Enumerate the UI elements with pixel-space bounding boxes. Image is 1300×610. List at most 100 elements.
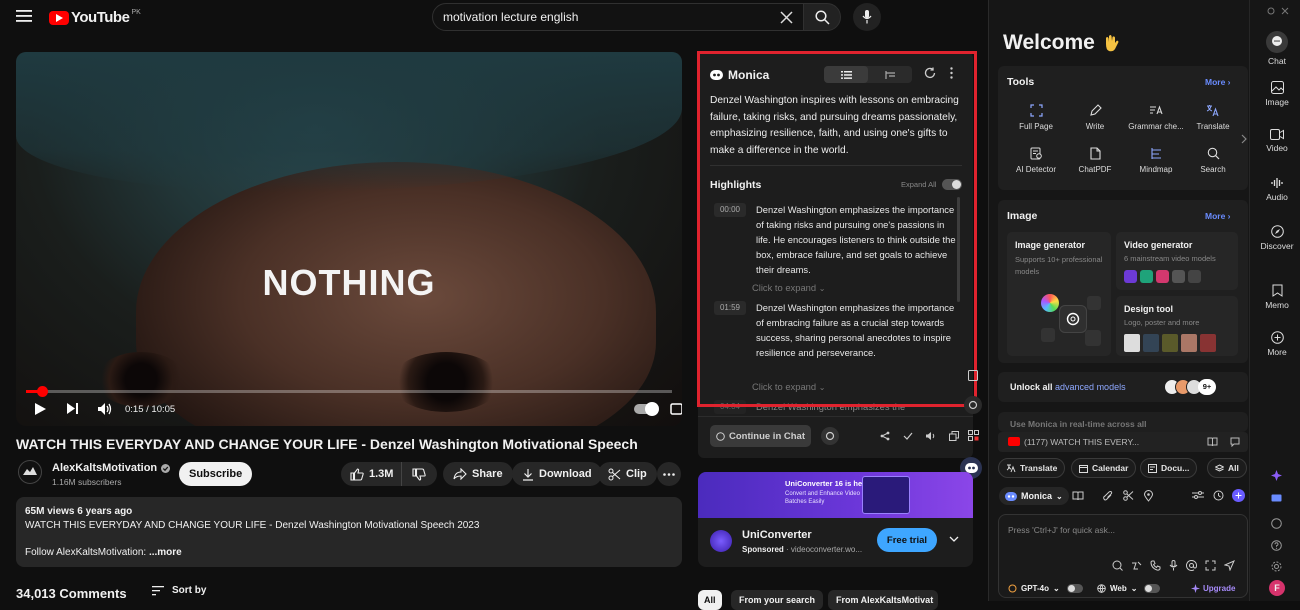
continue-in-chat-button[interactable]: Continue in Chat	[710, 425, 811, 447]
model-toggle[interactable]	[1066, 584, 1083, 593]
click-to-expand[interactable]: Click to expand ⌄	[752, 282, 825, 293]
refresh-icon[interactable]	[924, 67, 936, 79]
openai-icon[interactable]	[821, 427, 839, 445]
sort-comments-button[interactable]: Sort by	[152, 585, 206, 596]
video-progress-bar[interactable]	[26, 386, 672, 397]
location-icon[interactable]	[1144, 490, 1153, 502]
free-trial-button[interactable]: Free trial	[877, 528, 937, 552]
chip-all[interactable]: All	[1207, 458, 1247, 478]
highlight-timestamp[interactable]: 01:59	[714, 301, 746, 315]
chevron-down-icon[interactable]	[949, 536, 959, 542]
share-button[interactable]: Share	[443, 462, 513, 486]
realtime-card[interactable]: Use Monica in real-time across all	[998, 412, 1248, 432]
highlight-timestamp[interactable]: 04:04	[714, 400, 746, 414]
next-button[interactable]	[66, 402, 79, 415]
filter-chip-from-search[interactable]: From your search	[731, 590, 824, 610]
chevron-right-icon[interactable]	[1241, 134, 1247, 144]
history-icon[interactable]	[1213, 490, 1224, 501]
nav-more[interactable]: More	[1254, 331, 1300, 357]
filter-chip-all[interactable]: All	[698, 590, 722, 610]
show-more-link[interactable]: ...more	[149, 547, 182, 558]
settings-icon[interactable]	[1271, 561, 1282, 572]
video-scrubber[interactable]	[37, 386, 49, 397]
comment-icon[interactable]	[1230, 437, 1240, 447]
help-icon[interactable]	[1271, 540, 1282, 551]
outline-view-icon[interactable]	[868, 66, 912, 83]
design-tool-tile[interactable]: Design tool Logo, poster and more	[1116, 296, 1238, 356]
tool-chatpdf[interactable]: ChatPDF	[1066, 147, 1124, 174]
ad-banner[interactable]: UniConverter 16 is here! Convert and Enh…	[698, 472, 973, 518]
more-actions-button[interactable]	[657, 462, 681, 486]
tool-full-page[interactable]: Full Page	[1007, 104, 1065, 131]
highlights-scrollbar[interactable]	[957, 197, 960, 302]
chip-calendar[interactable]: Calendar	[1071, 458, 1137, 478]
unlock-advanced-models[interactable]: Unlock all advanced models 9+	[998, 372, 1248, 402]
video-generator-tile[interactable]: Video generator 6 mainstream video model…	[1116, 232, 1238, 290]
tool-grammar-check[interactable]: Grammar che...	[1124, 104, 1188, 131]
click-to-expand[interactable]: Click to expand ⌄	[752, 381, 825, 392]
chip-documents[interactable]: Docu...	[1140, 458, 1198, 478]
purple-app-icon[interactable]	[1271, 470, 1282, 481]
chip-translate[interactable]: Translate	[998, 458, 1066, 478]
list-view-icon[interactable]	[824, 66, 868, 83]
volume-button[interactable]	[97, 402, 113, 416]
menu-icon[interactable]	[16, 9, 32, 23]
user-avatar[interactable]: F	[1269, 580, 1285, 596]
expand-all-toggle[interactable]	[942, 179, 962, 190]
play-button[interactable]	[34, 402, 47, 416]
clear-search-icon[interactable]	[780, 11, 793, 24]
video-description[interactable]: 65M views 6 years ago WATCH THIS EVERYDA…	[16, 497, 682, 567]
autoplay-toggle[interactable]	[634, 402, 659, 416]
upgrade-link[interactable]: Upgrade	[1191, 584, 1235, 593]
tool-ai-detector[interactable]: AI Detector	[1007, 147, 1065, 174]
chat-input-box[interactable]: Press 'Ctrl+J' for quick ask... GPT-4o ⌄ …	[998, 514, 1248, 598]
sliders-icon[interactable]	[1192, 490, 1204, 500]
filter-chip-from-channel[interactable]: From AlexKaltsMotivat	[828, 590, 938, 610]
speaker-icon[interactable]	[925, 431, 936, 441]
new-chat-icon[interactable]	[1232, 489, 1245, 502]
image-generator-tile[interactable]: Image generator Supports 10+ professiona…	[1007, 232, 1111, 356]
floating-openai-icon[interactable]	[964, 396, 982, 414]
chat-bubble-icon[interactable]	[1271, 494, 1282, 505]
home-icon[interactable]	[1271, 518, 1282, 529]
dislike-button[interactable]	[401, 462, 437, 486]
book-icon[interactable]	[1072, 491, 1084, 501]
tool-search[interactable]: Search	[1184, 147, 1242, 174]
apps-icon[interactable]	[968, 430, 979, 441]
sponsored-ad[interactable]: UniConverter 16 is here! Convert and Enh…	[698, 472, 973, 567]
share-icon[interactable]	[880, 431, 890, 441]
channel-avatar[interactable]	[18, 460, 42, 484]
channel-name[interactable]: AlexKaltsMotivation	[52, 462, 171, 474]
scissors-icon[interactable]	[1123, 490, 1134, 501]
youtube-logo[interactable]: YouTube PK	[49, 9, 141, 26]
tool-mindmap[interactable]: Mindmap	[1124, 147, 1188, 174]
nav-audio[interactable]: Audio	[1254, 177, 1300, 202]
download-button[interactable]: Download	[512, 462, 602, 486]
advanced-models-link[interactable]: advanced models	[1055, 382, 1126, 392]
tool-write[interactable]: Write	[1066, 104, 1124, 131]
subtitles-icon[interactable]	[670, 403, 682, 415]
nav-image[interactable]: Image	[1254, 81, 1300, 107]
tools-more-link[interactable]: More ›	[1205, 77, 1231, 87]
search-button[interactable]	[803, 3, 841, 31]
bot-selector[interactable]: Monica ⌄	[999, 487, 1069, 505]
voice-search-button[interactable]	[853, 3, 881, 31]
check-icon[interactable]	[903, 431, 913, 441]
image-more-link[interactable]: More ›	[1205, 211, 1231, 221]
highlight-timestamp[interactable]: 00:00	[714, 203, 746, 217]
subscribe-button[interactable]: Subscribe	[179, 462, 253, 486]
like-button[interactable]: 1.3M	[341, 462, 403, 486]
clip-button[interactable]: Clip	[598, 462, 657, 486]
video-player[interactable]: NOTHING 0:15 / 10:05	[16, 52, 682, 426]
search-input[interactable]: motivation lecture english	[432, 3, 804, 31]
copy-icon[interactable]	[949, 431, 959, 441]
tool-translate[interactable]: Translate	[1184, 104, 1242, 131]
summary-view-toggle[interactable]	[824, 66, 912, 83]
web-toggle[interactable]	[1144, 584, 1161, 593]
tab-context[interactable]: (1177) WATCH THIS EVERY...	[998, 432, 1248, 452]
nav-video[interactable]: Video	[1254, 129, 1300, 153]
web-search-selector[interactable]: Web ⌄	[1097, 584, 1161, 593]
nav-chat[interactable]: Chat	[1254, 31, 1300, 66]
model-selector[interactable]: GPT-4o ⌄	[1008, 584, 1083, 593]
sidebar-toggle-icon[interactable]	[968, 370, 978, 381]
